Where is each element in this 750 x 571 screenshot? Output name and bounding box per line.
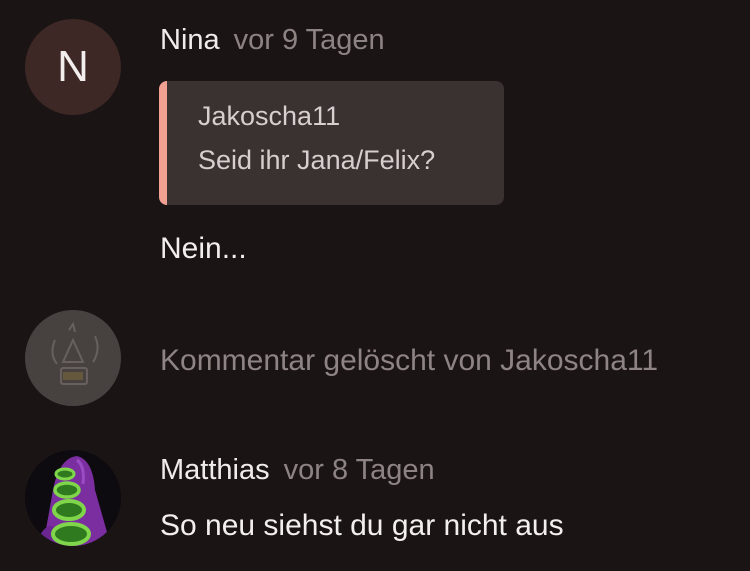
- avatar: [25, 310, 121, 406]
- comment-text: So neu siehst du gar nicht aus: [160, 509, 564, 542]
- comment-author[interactable]: Nina: [160, 24, 220, 56]
- comment-item-deleted: Kommentar gelöscht von Jakoscha11: [0, 300, 750, 420]
- quoted-comment[interactable]: Jakoscha11 Seid ihr Jana/Felix?: [159, 81, 504, 205]
- comment-text: Nein...: [160, 232, 247, 265]
- deleted-comment-notice: Kommentar gelöscht von Jakoscha11: [160, 344, 659, 377]
- comment-item: Matthias vor 8 Tagen So neu siehst du gar…: [0, 440, 750, 571]
- avatar[interactable]: N: [25, 19, 121, 115]
- comment-timestamp: vor 9 Tagen: [233, 24, 385, 56]
- comment-meta: Matthias vor 8 Tagen: [160, 454, 435, 487]
- comment-meta: Nina vor 9 Tagen: [160, 24, 385, 57]
- comment-item: N Nina vor 9 Tagen Jakoscha11 Seid ihr Ja…: [0, 0, 750, 290]
- avatar[interactable]: [25, 450, 121, 546]
- avatar-initial: N: [57, 42, 89, 91]
- comment-timestamp: vor 8 Tagen: [283, 454, 435, 486]
- quoted-author: Jakoscha11: [198, 101, 341, 131]
- quote-accent-bar: [159, 81, 167, 205]
- quoted-text: Seid ihr Jana/Felix?: [198, 145, 436, 175]
- comment-author[interactable]: Matthias: [160, 454, 270, 486]
- user-avatar-icon: [25, 310, 121, 406]
- comment-thread: N Nina vor 9 Tagen Jakoscha11 Seid ihr Ja…: [0, 0, 750, 571]
- tentacle-avatar-icon: [25, 450, 121, 546]
